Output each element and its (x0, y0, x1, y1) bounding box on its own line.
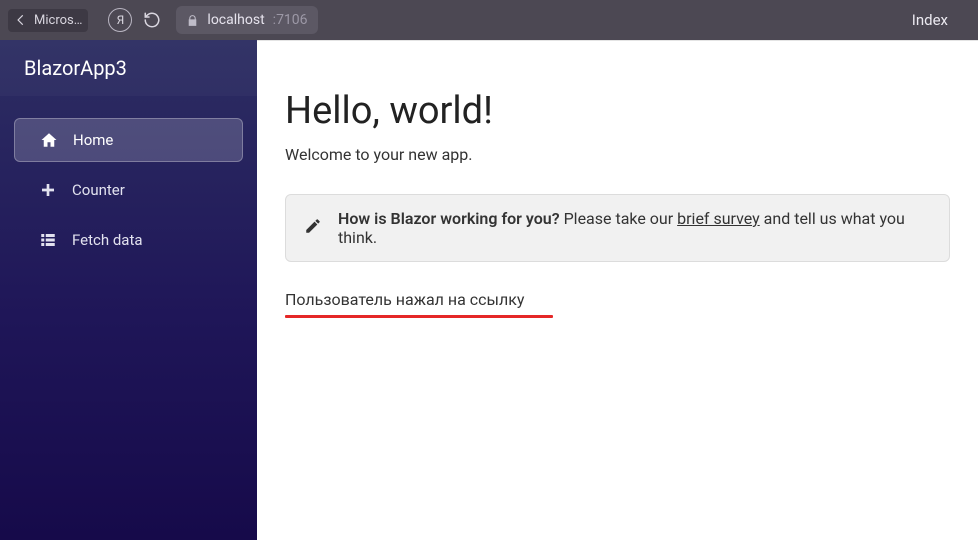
sidebar-item-label: Home (73, 131, 113, 149)
tab-title: Micros… (34, 13, 82, 28)
main-content: Hello, world! Welcome to your new app. H… (257, 40, 978, 540)
reload-icon (143, 11, 161, 29)
pencil-icon (304, 217, 322, 239)
menu-glyph-icon: Я (117, 13, 125, 27)
menu-button[interactable]: Я (108, 8, 132, 32)
welcome-text: Welcome to your new app. (285, 145, 950, 164)
nav: Home Counter Fetch data (0, 96, 257, 268)
sidebar-item-counter[interactable]: Counter (14, 168, 243, 212)
sidebar-item-label: Fetch data (72, 231, 143, 249)
app-shell: BlazorApp3 Home Counter Fetch data (0, 40, 978, 540)
survey-text: How is Blazor working for you? Please ta… (338, 209, 931, 247)
list-icon (38, 230, 58, 250)
survey-before: Please take our (560, 209, 678, 228)
address-port: :7106 (273, 12, 308, 28)
sidebar-item-home[interactable]: Home (14, 118, 243, 162)
sidebar-item-fetch-data[interactable]: Fetch data (14, 218, 243, 262)
page-label: Index (912, 11, 970, 29)
lock-icon (186, 14, 199, 27)
browser-tab[interactable]: Micros… (8, 9, 88, 32)
back-arrow-icon (14, 13, 28, 27)
home-icon (39, 130, 59, 150)
address-host: localhost (207, 12, 264, 28)
click-message: Пользователь нажал на ссылку (285, 290, 524, 309)
sidebar: BlazorApp3 Home Counter Fetch data (0, 40, 257, 540)
survey-link[interactable]: brief survey (677, 209, 760, 228)
address-bar[interactable]: localhost :7106 (176, 6, 317, 34)
survey-bold: How is Blazor working for you? (338, 209, 560, 228)
app-brand: BlazorApp3 (0, 40, 257, 96)
reload-button[interactable] (138, 6, 166, 34)
sidebar-item-label: Counter (72, 181, 125, 199)
annotation-underline (285, 315, 553, 318)
click-message-wrap: Пользователь нажал на ссылку (285, 290, 950, 318)
survey-banner: How is Blazor working for you? Please ta… (285, 194, 950, 262)
browser-chrome: Micros… Я localhost :7106 Index (0, 0, 978, 40)
plus-icon (38, 180, 58, 200)
page-title: Hello, world! (285, 89, 950, 133)
